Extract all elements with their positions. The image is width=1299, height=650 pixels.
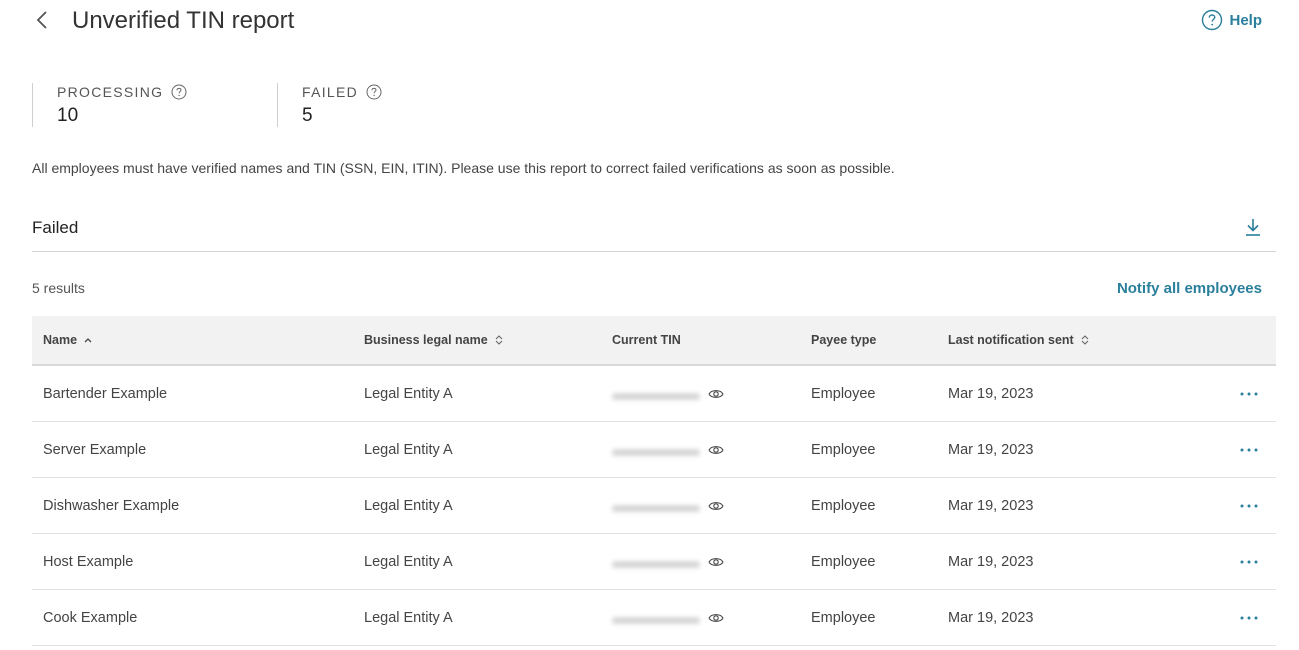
show-tin-button[interactable] [708, 612, 724, 624]
table-row: Server Example Legal Entity A Employee M… [32, 422, 1276, 478]
cell-business-legal-name: Legal Entity A [364, 441, 453, 458]
cell-current-tin [612, 534, 724, 589]
info-icon[interactable] [366, 84, 382, 100]
failed-tin-table: Name Business legal name Current TIN Pay… [32, 316, 1276, 646]
table-row: Host Example Legal Entity A Employee Mar… [32, 534, 1276, 590]
column-label: Payee type [811, 333, 877, 347]
masked-tin [612, 612, 704, 624]
cell-name: Cook Example [43, 609, 138, 626]
eye-icon [708, 557, 724, 566]
help-icon [1202, 9, 1223, 31]
cell-payee-type: Employee [811, 497, 876, 514]
cell-business-legal-name: Legal Entity A [364, 497, 453, 514]
cell-last-notification-sent: Mar 19, 2023 [948, 553, 1034, 570]
cell-payee-type: Employee [811, 385, 876, 402]
cell-name: Bartender Example [43, 385, 168, 402]
show-tin-button[interactable] [708, 388, 724, 400]
masked-tin [612, 444, 704, 456]
failed-section-header: Failed [32, 213, 1276, 252]
masked-tin [612, 500, 704, 512]
more-horizontal-icon [1240, 616, 1258, 619]
more-horizontal-icon [1240, 504, 1258, 507]
more-horizontal-icon [1240, 560, 1258, 563]
column-header-current-tin: Current TIN [612, 316, 681, 364]
cell-business-legal-name: Legal Entity A [364, 553, 453, 570]
cell-business-legal-name: Legal Entity A [364, 609, 453, 626]
show-tin-button[interactable] [708, 556, 724, 568]
stat-label: PROCESSING [57, 84, 164, 100]
cell-payee-type: Employee [811, 553, 876, 570]
report-description: All employees must have verified names a… [32, 160, 895, 176]
page-header: Unverified TIN report Help [0, 0, 1299, 44]
download-button[interactable] [1244, 217, 1262, 242]
eye-icon [708, 501, 724, 510]
show-tin-button[interactable] [708, 500, 724, 512]
row-more-actions-button[interactable] [1240, 478, 1258, 533]
masked-tin [612, 388, 704, 400]
table-header: Name Business legal name Current TIN Pay… [32, 316, 1276, 366]
back-button[interactable] [30, 6, 54, 34]
row-more-actions-button[interactable] [1240, 534, 1258, 589]
stat-failed: FAILED 5 [277, 83, 522, 127]
row-more-actions-button[interactable] [1240, 422, 1258, 477]
info-icon[interactable] [171, 84, 187, 100]
stat-processing: PROCESSING 10 [32, 83, 277, 127]
cell-current-tin [612, 478, 724, 533]
cell-name: Dishwasher Example [43, 497, 180, 514]
chevron-left-icon [36, 11, 47, 29]
column-header-business-legal-name[interactable]: Business legal name [364, 316, 504, 364]
cell-current-tin [612, 422, 724, 477]
column-header-last-notification-sent[interactable]: Last notification sent [948, 316, 1090, 364]
cell-payee-type: Employee [811, 609, 876, 626]
row-more-actions-button[interactable] [1240, 366, 1258, 421]
eye-icon [708, 613, 724, 622]
sort-icon [495, 335, 503, 345]
show-tin-button[interactable] [708, 444, 724, 456]
cell-name: Server Example [43, 441, 147, 458]
cell-payee-type: Employee [811, 441, 876, 458]
results-count: 5 results [32, 280, 85, 296]
column-header-payee-type: Payee type [811, 316, 876, 364]
cell-name: Host Example [43, 553, 134, 570]
column-label: Name [43, 333, 78, 347]
page-title: Unverified TIN report [72, 7, 295, 34]
help-label: Help [1229, 11, 1262, 29]
notify-all-employees-button[interactable]: Notify all employees [1117, 280, 1262, 297]
cell-last-notification-sent: Mar 19, 2023 [948, 441, 1034, 458]
help-link[interactable]: Help [1201, 9, 1262, 31]
sort-icon [1081, 335, 1089, 345]
column-label: Business legal name [364, 333, 488, 347]
stats-summary: PROCESSING 10 FAILED 5 [32, 83, 522, 127]
more-horizontal-icon [1240, 448, 1258, 451]
stat-label: FAILED [302, 84, 359, 100]
cell-last-notification-sent: Mar 19, 2023 [948, 497, 1034, 514]
more-horizontal-icon [1240, 392, 1258, 395]
cell-current-tin [612, 366, 724, 421]
column-header-name[interactable]: Name [43, 316, 93, 364]
stat-value: 10 [57, 105, 79, 126]
eye-icon [708, 389, 724, 398]
table-row: Cook Example Legal Entity A Employee Mar… [32, 590, 1276, 646]
section-title: Failed [32, 218, 79, 237]
cell-last-notification-sent: Mar 19, 2023 [948, 609, 1034, 626]
download-icon [1246, 219, 1260, 236]
sort-ascending-icon [84, 338, 92, 343]
column-label: Last notification sent [948, 333, 1074, 347]
masked-tin [612, 556, 704, 568]
cell-last-notification-sent: Mar 19, 2023 [948, 385, 1034, 402]
table-row: Bartender Example Legal Entity A Employe… [32, 366, 1276, 422]
cell-current-tin [612, 590, 724, 645]
row-more-actions-button[interactable] [1240, 590, 1258, 645]
stat-value: 5 [302, 105, 313, 126]
cell-business-legal-name: Legal Entity A [364, 385, 453, 402]
column-label: Current TIN [612, 333, 681, 347]
eye-icon [708, 445, 724, 454]
table-row: Dishwasher Example Legal Entity A Employ… [32, 478, 1276, 534]
